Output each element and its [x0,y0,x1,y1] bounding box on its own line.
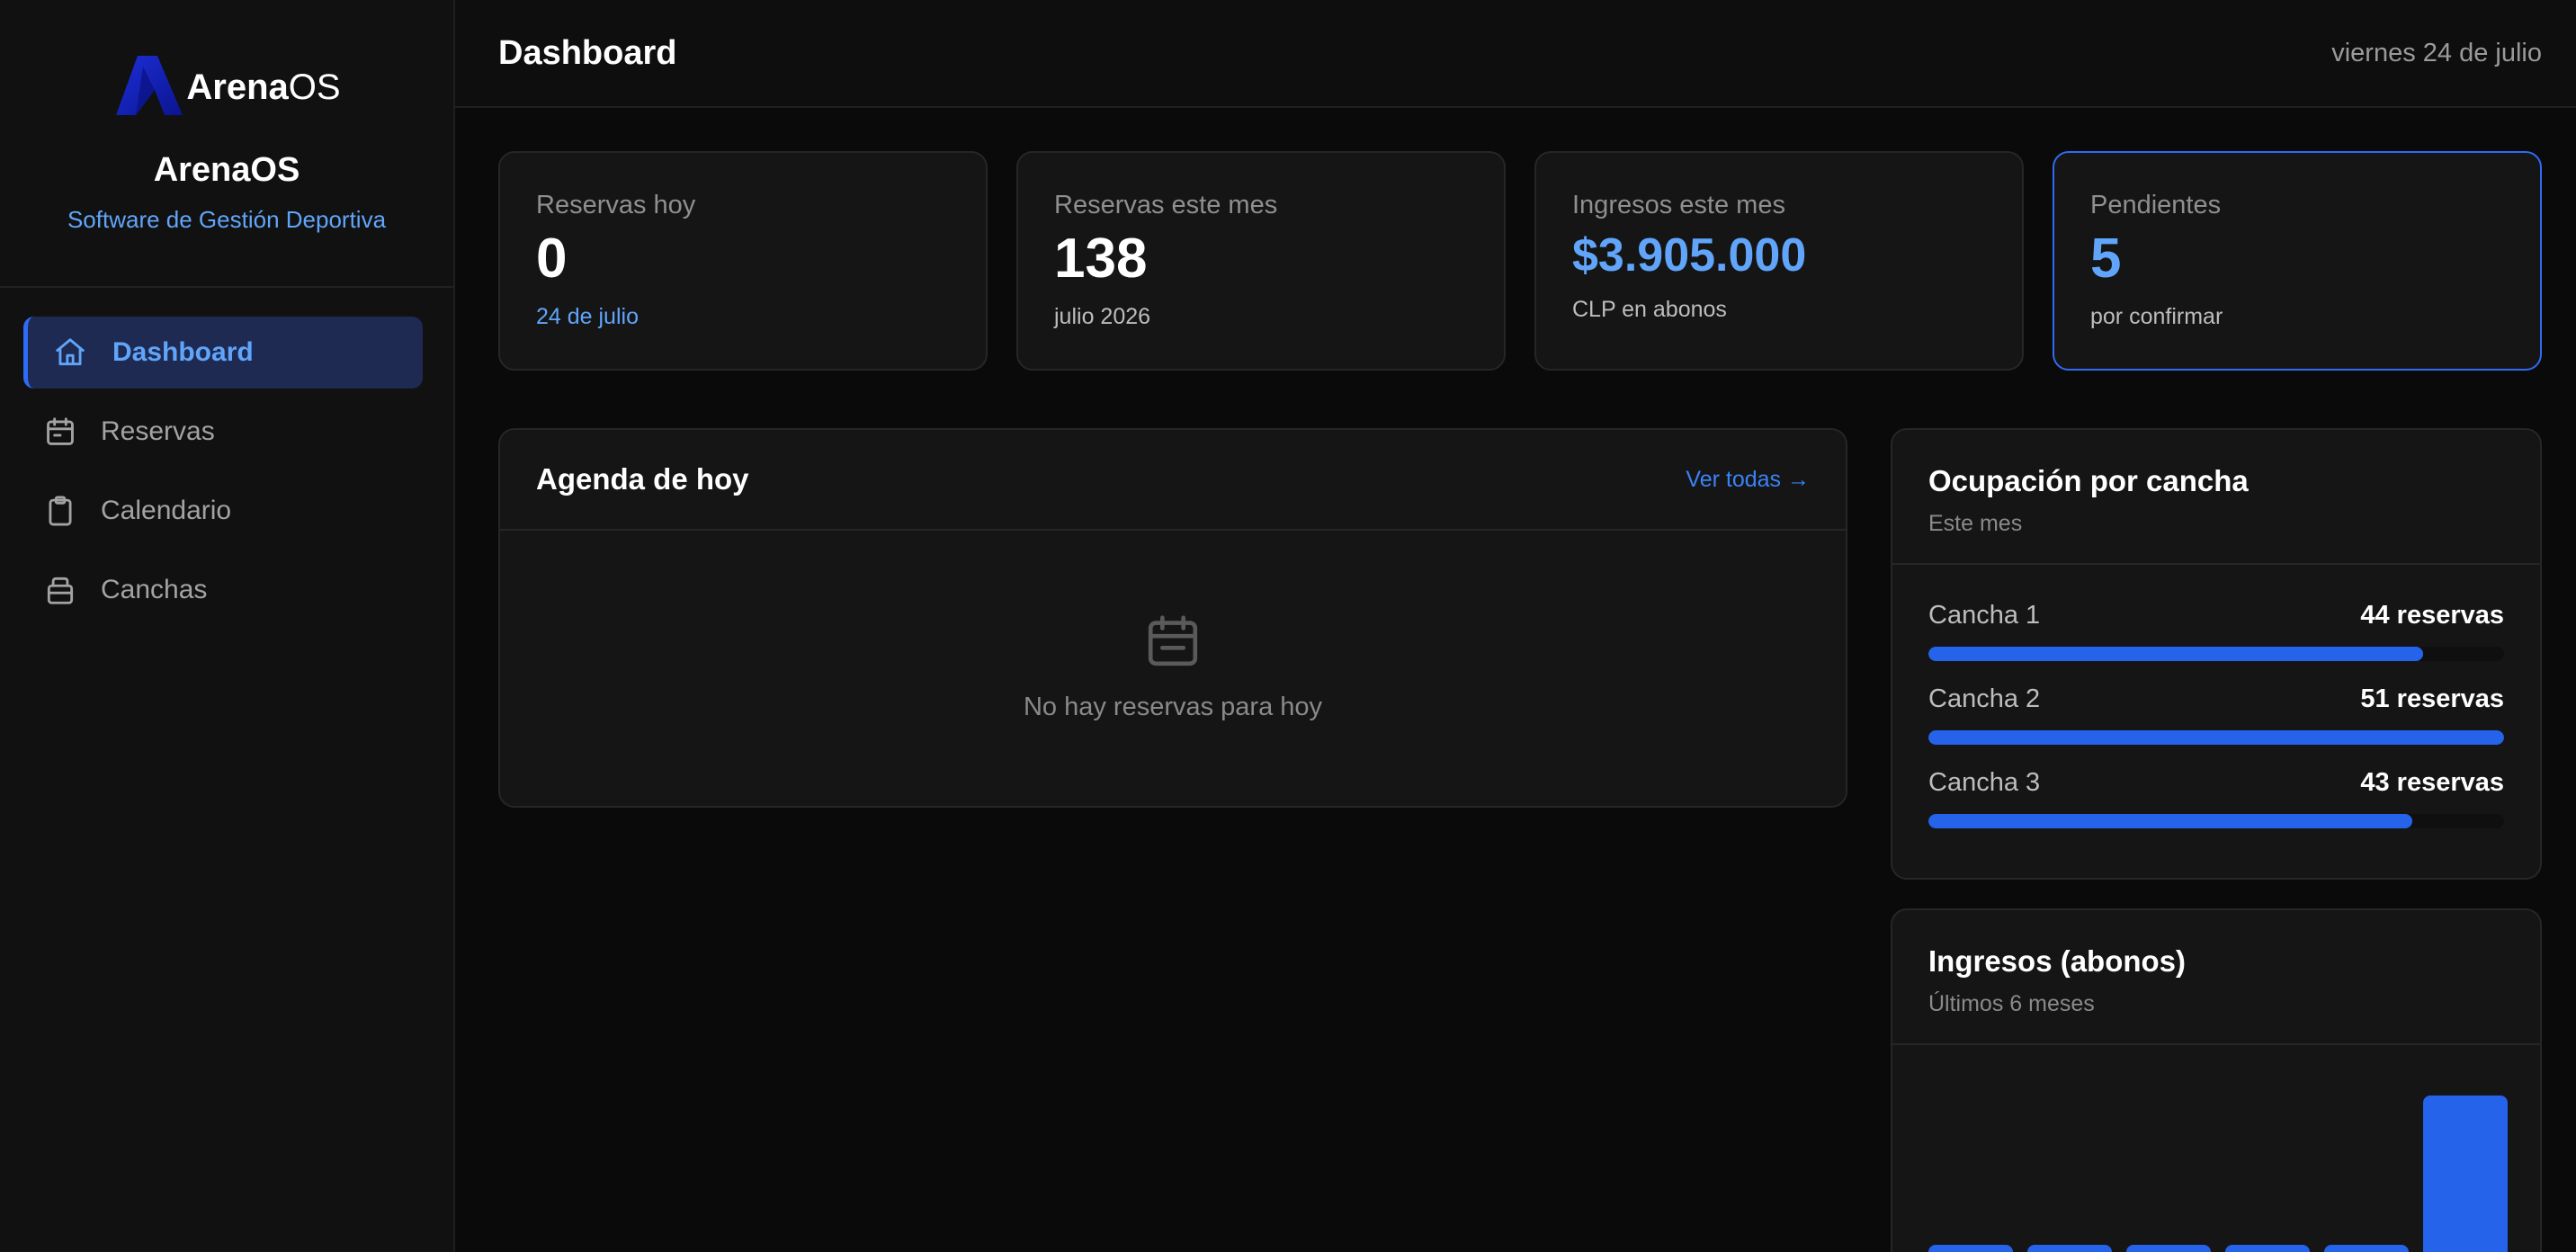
agenda-empty-state: No hay reservas para hoy [500,531,1846,722]
occupancy-list: Cancha 1 44 reservas Cancha 2 51 reserva… [1892,565,2540,828]
stat-label: Reservas este mes [1054,191,1278,219]
income-header: Ingresos (abonos) Últimos 6 meses [1892,910,2540,1045]
occupancy-row: Cancha 3 43 reservas [1928,768,2504,828]
calendar-icon [47,417,74,445]
court-bookings: 51 reservas [2360,684,2504,713]
income-subtitle: Últimos 6 meses [1928,991,2095,1016]
stat-label: Pendientes [2090,191,2222,219]
brand-subtitle: Software de Gestión Deportiva [67,206,387,233]
sidebar-item-label: Canchas [101,575,208,604]
page-title: Dashboard [498,33,677,72]
logo[interactable]: ArenaOS [112,49,341,117]
court-name: Cancha 3 [1928,768,2041,797]
clipboard-icon [49,496,72,526]
calendar-empty-icon [1148,615,1198,666]
stat-card-reservas-hoy: Reservas hoy 0 24 de julio [498,151,988,371]
stat-card-pendientes[interactable]: Pendientes 5 por confirmar [2053,151,2542,371]
occupancy-bar-track [1928,814,2504,828]
stat-card-reservas-mes: Reservas este mes 138 julio 2026 [1016,151,1506,371]
arena-logo-icon [116,56,183,115]
logo-text-light: OS [288,67,341,107]
income-chart [1892,1045,2540,1252]
sidebar-item-reservas[interactable]: Reservas [23,396,423,468]
income-bar[interactable] [2423,1096,2508,1252]
stat-sub: por confirmar [2090,304,2223,330]
stat-sub: 24 de julio [536,304,639,330]
brand-name: ArenaOS [153,151,300,189]
sidebar-nav: Dashboard Reservas Calendario Canchas [0,288,453,626]
occupancy-subtitle: Este mes [1928,511,2023,536]
income-bar[interactable] [2126,1245,2211,1252]
agenda-card: Agenda de hoy Ver todas → No hay reserva… [498,428,1847,808]
sidebar-item-label: Reservas [101,416,215,446]
sidebar-item-label: Dashboard [112,337,254,367]
occupancy-bar-fill [1928,647,2424,661]
stat-label: Ingresos este mes [1572,191,1785,219]
occupancy-row: Cancha 2 51 reservas [1928,684,2504,745]
brand-header: ArenaOS ArenaOS Software de Gestión Depo… [0,0,453,288]
stat-label: Reservas hoy [536,191,696,219]
sidebar-item-dashboard[interactable]: Dashboard [23,317,423,389]
income-card: Ingresos (abonos) Últimos 6 meses [1891,908,2542,1252]
court-bookings: 44 reservas [2360,601,2504,630]
occupancy-bar-fill [1928,814,2412,828]
top-bar: Dashboard viernes 24 de julio [455,0,2576,108]
income-bar[interactable] [1928,1245,2013,1252]
income-bar[interactable] [2225,1245,2310,1252]
current-date: viernes 24 de julio [2331,38,2542,67]
occupancy-bar-fill [1928,730,2504,745]
main-content: Dashboard viernes 24 de julio Reservas h… [455,0,2576,1252]
stat-sub: julio 2026 [1054,304,1151,330]
occupancy-card: Ocupación por cancha Este mes Cancha 1 4… [1891,428,2542,880]
empty-message: No hay reservas para hoy [1023,693,1323,721]
income-title: Ingresos (abonos) [1928,944,2187,978]
occupancy-title: Ocupación por cancha [1928,464,2249,497]
sidebar-item-canchas[interactable]: Canchas [23,554,423,626]
income-bar[interactable] [2027,1245,2112,1252]
income-bar[interactable] [2324,1245,2409,1252]
agenda-header: Agenda de hoy Ver todas → [500,430,1846,531]
court-icon [47,577,74,604]
sidebar-item-calendario[interactable]: Calendario [23,475,423,547]
stat-value: 0 [536,228,568,290]
stat-card-ingresos-mes: Ingresos este mes $3.905.000 CLP en abon… [1534,151,2024,371]
stat-value: $3.905.000 [1572,229,1807,282]
logo-text-bold: Arena [186,67,289,107]
occupancy-bar-track [1928,647,2504,661]
court-name: Cancha 2 [1928,684,2041,713]
occupancy-header: Ocupación por cancha Este mes [1892,430,2540,565]
court-name: Cancha 1 [1928,601,2041,630]
sidebar: ArenaOS ArenaOS Software de Gestión Depo… [0,0,455,1252]
sidebar-item-label: Calendario [101,496,232,525]
agenda-title: Agenda de hoy [536,462,749,496]
stat-value: 5 [2090,228,2122,290]
occupancy-bar-track [1928,730,2504,745]
occupancy-row: Cancha 1 44 reservas [1928,601,2504,661]
stat-value: 138 [1054,228,1148,290]
view-all-link[interactable]: Ver todas → [1686,467,1810,493]
court-bookings: 43 reservas [2360,768,2504,797]
stat-sub: CLP en abonos [1572,296,1727,322]
home-icon [56,338,85,366]
